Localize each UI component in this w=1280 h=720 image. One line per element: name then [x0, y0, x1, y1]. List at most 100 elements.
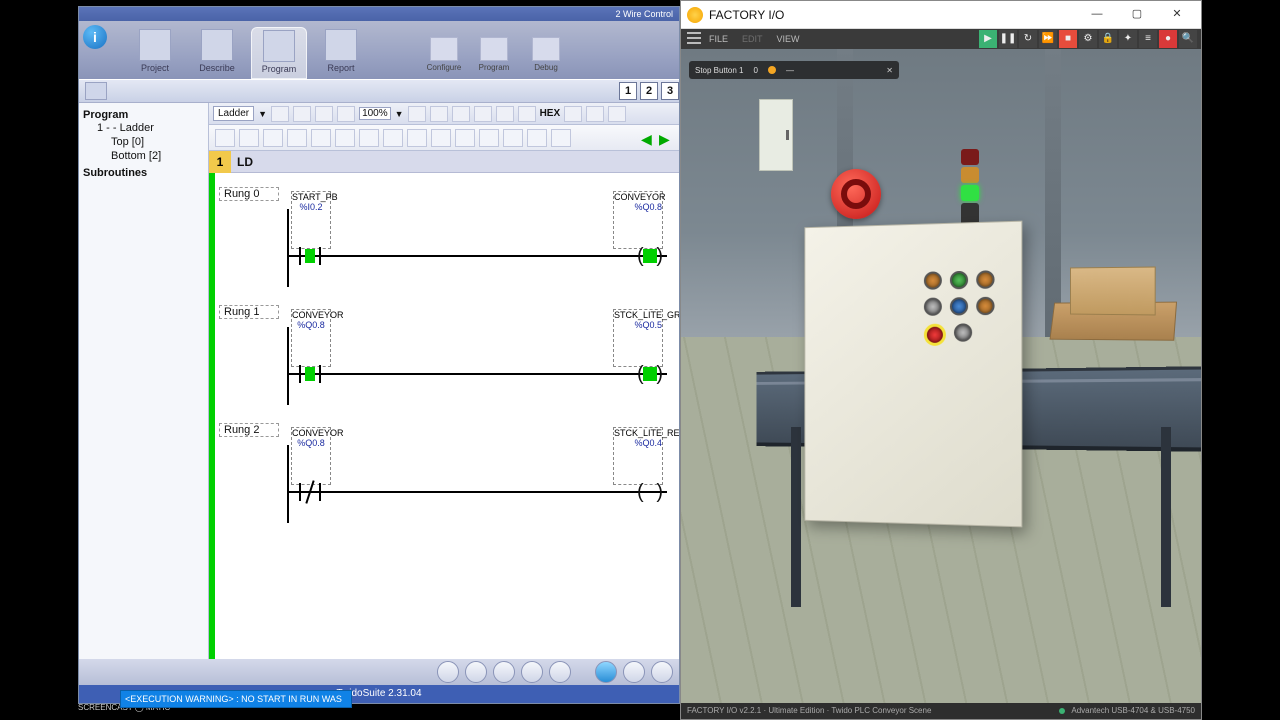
tb-btn[interactable]: [337, 106, 355, 122]
tab-describe[interactable]: Describe: [189, 27, 245, 79]
el-btn[interactable]: [383, 129, 403, 147]
subtab-debug[interactable]: Debug: [523, 37, 569, 77]
coil[interactable]: [637, 363, 663, 385]
close-button[interactable]: ✕: [1159, 5, 1195, 25]
rung-title[interactable]: Rung 2: [219, 423, 279, 437]
scene-control-cabinet[interactable]: [804, 221, 1022, 528]
tb-btn[interactable]: [293, 106, 311, 122]
rung[interactable]: Rung 0 START_PB %I0.2 CONVEYOR %Q0.8: [209, 191, 679, 281]
coil[interactable]: [637, 245, 663, 267]
el-btn[interactable]: [239, 129, 259, 147]
panel-button[interactable]: [950, 271, 968, 290]
el-btn[interactable]: [503, 129, 523, 147]
panel-button[interactable]: [950, 297, 968, 315]
el-btn[interactable]: [335, 129, 355, 147]
record-button[interactable]: ●: [1159, 30, 1177, 48]
tb-copy-icon[interactable]: [452, 106, 470, 122]
el-btn[interactable]: [359, 129, 379, 147]
tb-btn[interactable]: [271, 106, 289, 122]
step-button[interactable]: ⏩: [1039, 30, 1057, 48]
el-btn[interactable]: [455, 129, 475, 147]
el-btn[interactable]: [407, 129, 427, 147]
online-btn[interactable]: [595, 661, 617, 683]
tree-bottom[interactable]: Bottom [2]: [83, 149, 204, 163]
stop-button[interactable]: ■: [1059, 30, 1077, 48]
el-btn[interactable]: [263, 129, 283, 147]
menu-edit[interactable]: EDIT: [742, 34, 763, 44]
contact-no[interactable]: [299, 365, 321, 383]
tb-btn[interactable]: [586, 106, 604, 122]
panel-button[interactable]: [976, 297, 994, 316]
tree-ladder-item[interactable]: 1 - - Ladder: [83, 121, 204, 135]
tb-btn[interactable]: [608, 106, 626, 122]
tag-close-icon[interactable]: ✕: [886, 66, 893, 75]
hex-toggle[interactable]: HEX: [540, 108, 561, 119]
contact-nc[interactable]: [299, 483, 321, 501]
maximize-button[interactable]: ▢: [1119, 5, 1155, 25]
nav-prev-icon[interactable]: ◀: [641, 131, 655, 145]
el-btn[interactable]: [311, 129, 331, 147]
tree-root[interactable]: Program: [83, 109, 204, 121]
step-1[interactable]: 1: [619, 82, 637, 100]
sim-btn[interactable]: ✦: [1119, 30, 1137, 48]
tab-program[interactable]: Program: [251, 27, 307, 79]
tree-subroutines[interactable]: Subroutines: [83, 167, 204, 179]
tab-project[interactable]: Project: [127, 27, 183, 79]
panel-button[interactable]: [976, 270, 994, 289]
sim-btn[interactable]: 🔒: [1099, 30, 1117, 48]
tree-top[interactable]: Top [0]: [83, 135, 204, 149]
step-2[interactable]: 2: [640, 82, 658, 100]
el-btn[interactable]: [287, 129, 307, 147]
contact-no[interactable]: [299, 247, 321, 265]
rung[interactable]: Rung 1 CONVEYOR %Q0.8 STCK_LITE_GRN %Q0.…: [209, 309, 679, 399]
panel-selector[interactable]: [954, 323, 972, 341]
el-btn[interactable]: [527, 129, 547, 147]
panel-button[interactable]: [924, 298, 942, 316]
round-btn[interactable]: [651, 661, 673, 683]
tb-btn[interactable]: [315, 106, 333, 122]
nav-next-icon[interactable]: ▶: [659, 131, 673, 145]
ladder-canvas[interactable]: Rung 0 START_PB %I0.2 CONVEYOR %Q0.8: [209, 173, 679, 659]
panel-button[interactable]: [924, 271, 942, 289]
subtab-configure[interactable]: Configure: [421, 37, 467, 77]
tag-info-bar[interactable]: Stop Button 1 0 — ✕: [689, 61, 899, 79]
coil[interactable]: [637, 481, 663, 503]
hamburger-icon[interactable]: [687, 32, 701, 44]
tb-find-icon[interactable]: [408, 106, 426, 122]
fio-3d-scene[interactable]: Stop Button 1 0 — ✕: [681, 49, 1201, 703]
pause-button[interactable]: ❚❚: [999, 30, 1017, 48]
zoom-select[interactable]: 100%: [359, 107, 391, 120]
subtab-program[interactable]: Program: [471, 37, 517, 77]
tb-undo-icon[interactable]: [496, 106, 514, 122]
tab-report[interactable]: Report: [313, 27, 369, 79]
step-3[interactable]: 3: [661, 82, 679, 100]
round-btn[interactable]: [521, 661, 543, 683]
round-btn[interactable]: [623, 661, 645, 683]
menu-view[interactable]: VIEW: [777, 34, 800, 44]
menu-file[interactable]: FILE: [709, 34, 728, 44]
el-btn[interactable]: [431, 129, 451, 147]
round-btn[interactable]: [549, 661, 571, 683]
rung-title[interactable]: Rung 0: [219, 187, 279, 201]
sim-btn[interactable]: 🔍: [1179, 30, 1197, 48]
el-btn[interactable]: [551, 129, 571, 147]
program-tree[interactable]: Program 1 - - Ladder Top [0] Bottom [2] …: [79, 103, 209, 659]
twido-titlebar[interactable]: 2 Wire Control: [79, 7, 679, 21]
play-button[interactable]: ▶: [979, 30, 997, 48]
rung-title[interactable]: Rung 1: [219, 305, 279, 319]
info-icon[interactable]: i: [83, 25, 107, 49]
minimize-button[interactable]: —: [1079, 5, 1115, 25]
sim-btn[interactable]: ⚙: [1079, 30, 1097, 48]
section-header[interactable]: 1 LD: [209, 151, 679, 173]
fio-titlebar[interactable]: FACTORY I/O — ▢ ✕: [681, 1, 1201, 29]
reset-button[interactable]: ↻: [1019, 30, 1037, 48]
emergency-stop-button[interactable]: [924, 324, 946, 346]
round-btn[interactable]: [465, 661, 487, 683]
tb-redo-icon[interactable]: [518, 106, 536, 122]
round-btn[interactable]: [437, 661, 459, 683]
el-btn[interactable]: [479, 129, 499, 147]
language-select[interactable]: Ladder: [213, 106, 254, 121]
tb-cut-icon[interactable]: [430, 106, 448, 122]
tb-paste-icon[interactable]: [474, 106, 492, 122]
round-btn[interactable]: [493, 661, 515, 683]
